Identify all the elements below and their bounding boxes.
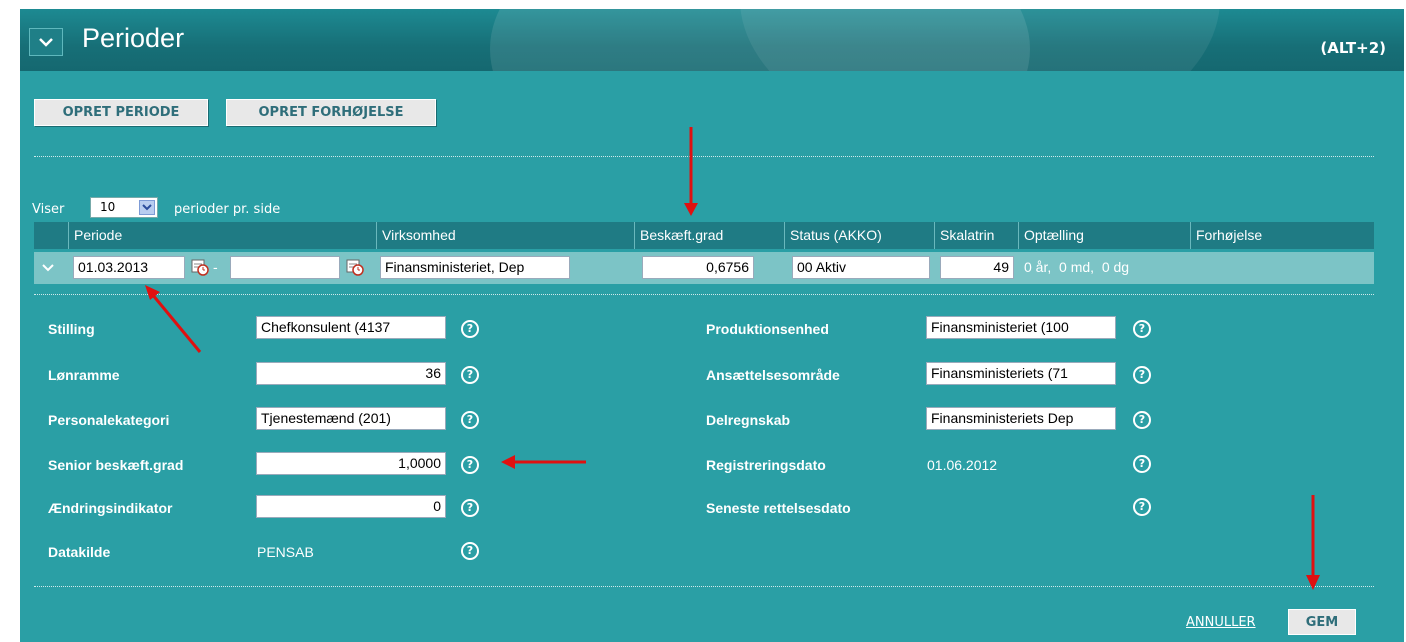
help-icon[interactable]: ? [1133,498,1151,516]
gem-button[interactable]: GEM [1288,609,1356,635]
help-icon[interactable]: ? [1133,455,1151,473]
chevron-down-icon[interactable] [42,264,54,272]
calendar-icon[interactable] [346,258,364,276]
label-senior-beskaeft-grad: Senior beskæft.grad [48,457,184,473]
label-ansaettelsesomraade: Ansættelsesområde [706,367,840,383]
delregnskab-field[interactable]: Finansministeriets Dep [926,407,1116,430]
datakilde-value: PENSAB [257,544,314,560]
annuller-link[interactable]: ANNULLER [1186,615,1256,630]
column-header-skalatrin[interactable]: Skalatrin [934,222,1018,249]
dropdown-button[interactable] [139,200,155,215]
beskaeft-grad-field[interactable]: 0,6756 [642,256,754,279]
label-aendringsindikator: Ændringsindikator [48,500,173,516]
skalatrin-field[interactable]: 49 [940,256,1014,279]
ansaettelsesomraade-field[interactable]: Finansministeriets (71 [926,362,1116,385]
chevron-down-icon [142,204,152,211]
column-header-periode[interactable]: Periode [68,222,376,249]
divider [34,586,1374,587]
optaelling-value: 0 år, 0 md, 0 dg [1024,259,1130,275]
help-icon[interactable]: ? [461,456,479,474]
label-datakilde: Datakilde [48,544,111,560]
virksomhed-field[interactable]: Finansministeriet, Dep [380,256,570,279]
keyboard-shortcut: (ALT+2) [1320,39,1386,57]
divider [34,294,1374,295]
help-icon[interactable]: ? [461,366,479,384]
help-icon[interactable]: ? [1133,320,1151,338]
registreringsdato-value: 01.06.2012 [927,457,998,473]
label-delregnskab: Delregnskab [706,412,791,428]
loenramme-field[interactable]: 36 [256,362,446,385]
page-size-select[interactable]: 10 [90,197,158,218]
label-stilling: Stilling [48,321,95,337]
column-header-beskaeft-grad[interactable]: Beskæft.grad [634,222,784,249]
table-header: Periode Virksomhed Beskæft.grad Status (… [34,222,1374,249]
column-header-forhoejelse[interactable]: Forhøjelse [1190,222,1374,249]
page-title: Perioder [82,23,185,53]
help-icon[interactable]: ? [461,411,479,429]
header-decoration [740,9,1220,71]
label-loenramme: Lønramme [48,367,120,383]
divider [34,156,1374,157]
periode-til-input[interactable] [230,256,340,279]
column-header-status[interactable]: Status (AKKO) [784,222,934,249]
status-field[interactable]: 00 Aktiv [792,256,930,279]
column-header-virksomhed[interactable]: Virksomhed [376,222,634,249]
aendringsindikator-field[interactable]: 0 [256,495,446,518]
help-icon[interactable]: ? [461,542,479,560]
senior-beskaeft-grad-field[interactable]: 1,0000 [256,452,446,475]
periode-fra-input[interactable]: 01.03.2013 [73,256,185,279]
personalekategori-field[interactable]: Tjenestemænd (201) [256,407,446,430]
calendar-icon[interactable] [191,258,209,276]
label-produktionsenhed: Produktionsenhed [706,321,829,337]
panel-header: Perioder (ALT+2) [20,9,1404,71]
perioder-panel: Perioder (ALT+2) OPRET PERIODE OPRET FOR… [20,9,1404,642]
table-row[interactable]: 01.03.2013 - Finansministeriet, Dep 0,67… [34,252,1374,284]
paging-suffix: perioder pr. side [174,202,281,217]
chevron-down-icon [39,38,53,47]
opret-forhoejelse-button[interactable]: OPRET FORHØJELSE [226,99,436,126]
collapse-button[interactable] [29,28,63,56]
help-icon[interactable]: ? [461,499,479,517]
help-icon[interactable]: ? [1133,411,1151,429]
column-header-optaelling[interactable]: Optælling [1018,222,1190,249]
help-icon[interactable]: ? [461,320,479,338]
stilling-field[interactable]: Chefkonsulent (4137 [256,316,446,339]
label-personalekategori: Personalekategori [48,412,170,428]
opret-periode-button[interactable]: OPRET PERIODE [34,99,208,126]
label-registreringsdato: Registreringsdato [706,457,826,473]
label-seneste-rettelsesdato: Seneste rettelsesdato [706,500,851,516]
periode-separator: - [213,259,218,275]
page-size-value: 10 [100,200,116,214]
paging-prefix: Viser [32,202,65,217]
help-icon[interactable]: ? [1133,366,1151,384]
produktionsenhed-field[interactable]: Finansministeriet (100 [926,316,1116,339]
